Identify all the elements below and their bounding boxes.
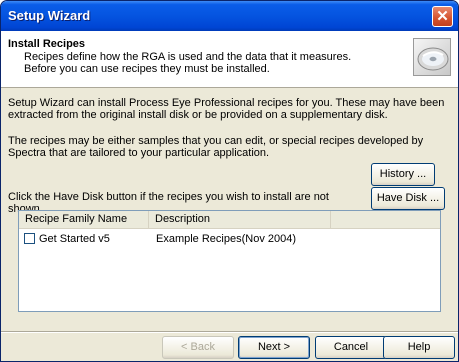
recipes-type-text: The recipes may be either samples that y… [8,135,424,159]
next-button[interactable]: Next > [238,336,310,359]
cancel-button[interactable]: Cancel [315,336,387,359]
column-header-recipe-family-name[interactable]: Recipe Family Name [19,211,149,228]
intro-text: Setup Wizard can install Process Eye Pro… [8,97,445,121]
window-title: Setup Wizard [8,8,91,23]
have-disk-button[interactable]: Have Disk ... [371,187,445,210]
cd-disk-icon [413,38,451,76]
list-item[interactable]: Get Started v5 Example Recipes(Nov 2004) [19,231,440,247]
header-description: Recipes define how the RGA is used and t… [24,51,352,75]
help-button[interactable]: Help [383,336,455,359]
wizard-header: Install Recipes Recipes define how the R… [1,31,458,88]
column-header-description[interactable]: Description [149,211,331,228]
header-title: Install Recipes [8,38,86,50]
list-header: Recipe Family Name Description [19,211,440,229]
footer-separator [1,331,458,333]
recipes-list[interactable]: Recipe Family Name Description Get Start… [18,210,441,312]
next-button-label: Next > [257,341,291,353]
close-icon[interactable]: ✕ [432,6,453,27]
back-button-label: < Back [181,341,215,353]
title-bar: Setup Wizard ✕ [1,1,458,31]
recipe-name: Get Started v5 [39,233,110,245]
checkbox-icon[interactable] [24,233,35,244]
setup-wizard-window: Setup Wizard ✕ Install Recipes Recipes d… [0,0,459,362]
recipe-description: Example Recipes(Nov 2004) [156,233,297,245]
history-button[interactable]: History ... [371,163,435,186]
back-button: < Back [162,336,234,359]
